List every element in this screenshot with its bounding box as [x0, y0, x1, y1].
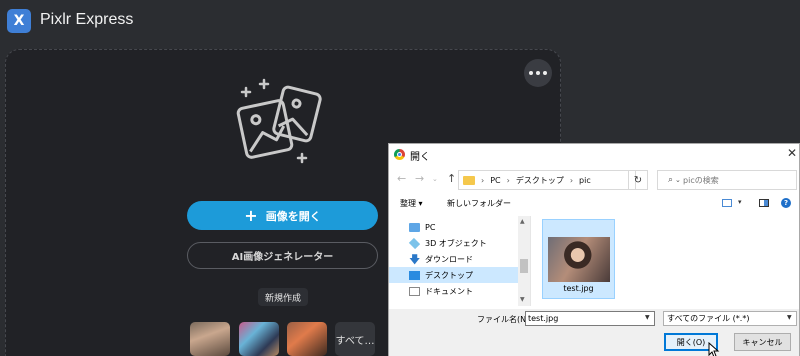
- app-header: X Pixlr Express: [0, 0, 800, 44]
- dialog-title: 開く: [410, 152, 430, 163]
- search-icon: ⌕: [668, 175, 674, 185]
- mouse-cursor-icon: [708, 342, 720, 356]
- template-thumbnail[interactable]: [190, 322, 230, 356]
- organize-button[interactable]: 整理 ▾: [400, 198, 423, 209]
- dialog-titlebar: 開く ✕: [389, 144, 799, 166]
- address-bar[interactable]: › PC › デスクトップ › pic ⌄: [458, 170, 681, 190]
- scroll-up-icon[interactable]: ▲: [520, 218, 525, 225]
- 3d-objects-icon: [408, 237, 421, 249]
- cancel-button[interactable]: キャンセル: [734, 333, 791, 351]
- preview-pane-icon[interactable]: [759, 199, 769, 207]
- navigation-pane: PC 3D オブジェクト 🡇 ダウンロード デスクトップ ドキュメント ▲ ▼: [389, 216, 531, 306]
- open-image-button[interactable]: + 画像を開く: [187, 201, 378, 230]
- navigation-row: ← → ⌄ ↑ › PC › デスクトップ › pic ⌄ ↻ ⌕ picの検索: [389, 169, 799, 191]
- dialog-bottom-bar: ファイル名(N): test.jpg ▼ すべてのファイル (*.*) ▼ 開く…: [389, 309, 799, 356]
- more-options-button[interactable]: [524, 59, 552, 87]
- breadcrumb-item[interactable]: pic: [579, 176, 591, 185]
- photos-illustration-icon: [236, 78, 322, 164]
- documents-icon: [409, 286, 420, 296]
- nav-item-desktop[interactable]: デスクトップ: [389, 267, 518, 283]
- chevron-down-icon[interactable]: ▼: [787, 314, 792, 321]
- back-arrow-icon[interactable]: ←: [397, 172, 406, 185]
- app-title: Pixlr Express: [40, 11, 134, 28]
- breadcrumb-item[interactable]: PC: [490, 176, 500, 185]
- scrollbar-thumb[interactable]: [520, 259, 528, 273]
- up-arrow-icon[interactable]: ↑: [447, 172, 456, 185]
- breadcrumb-item[interactable]: デスクトップ: [516, 175, 564, 186]
- nav-item-downloads[interactable]: 🡇 ダウンロード: [389, 251, 518, 267]
- scroll-down-icon[interactable]: ▼: [520, 296, 525, 303]
- see-all-button[interactable]: すべて…: [335, 322, 375, 356]
- file-item[interactable]: test.jpg: [542, 219, 615, 299]
- new-create-label: 新規作成: [258, 288, 308, 306]
- filename-label: ファイル名(N):: [477, 315, 532, 324]
- pc-icon: [409, 222, 420, 232]
- help-icon[interactable]: ?: [781, 198, 791, 208]
- search-input[interactable]: ⌕ picの検索: [657, 170, 797, 190]
- template-thumbnail[interactable]: [239, 322, 279, 356]
- template-thumbnail[interactable]: [287, 322, 327, 356]
- plus-icon: +: [244, 205, 258, 225]
- nav-item-documents[interactable]: ドキュメント: [389, 283, 518, 299]
- desktop-icon: [409, 270, 420, 280]
- folder-icon: [463, 175, 475, 185]
- filename-field[interactable]: test.jpg: [525, 311, 655, 326]
- nav-item-3d-objects[interactable]: 3D オブジェクト: [389, 235, 518, 251]
- nav-item-pc[interactable]: PC: [389, 219, 518, 235]
- nav-scrollbar[interactable]: ▲ ▼: [518, 216, 530, 306]
- chrome-icon: [394, 149, 405, 160]
- refresh-icon[interactable]: ↻: [628, 170, 648, 190]
- dialog-toolbar: 整理 ▾ 新しいフォルダー ▾ ?: [389, 194, 799, 214]
- close-icon[interactable]: ✕: [787, 146, 797, 160]
- forward-arrow-icon[interactable]: →: [415, 172, 424, 185]
- view-options-icon[interactable]: [722, 199, 732, 207]
- ai-image-generator-button[interactable]: AI画像ジェネレーター: [187, 242, 378, 269]
- file-thumbnail: [548, 237, 610, 282]
- file-name: test.jpg: [563, 284, 594, 293]
- chevron-down-icon[interactable]: ▾: [738, 198, 742, 206]
- download-icon: 🡇: [409, 252, 421, 266]
- new-folder-button[interactable]: 新しいフォルダー: [447, 198, 511, 209]
- open-file-dialog: 開く ✕ ← → ⌄ ↑ › PC › デスクトップ › pic ⌄ ↻ ⌕ p…: [388, 143, 800, 356]
- filetype-select[interactable]: すべてのファイル (*.*): [663, 311, 797, 326]
- pixlr-logo-icon[interactable]: X: [7, 9, 31, 33]
- recent-locations-icon[interactable]: ⌄: [432, 175, 438, 183]
- chevron-down-icon[interactable]: ▼: [645, 314, 650, 321]
